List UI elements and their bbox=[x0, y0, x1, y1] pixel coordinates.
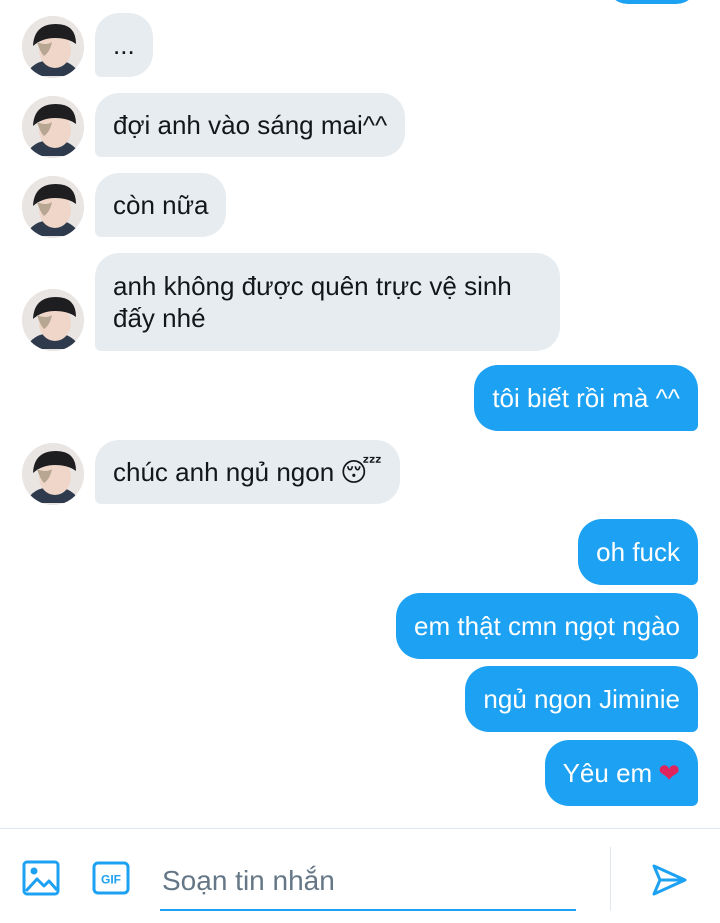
add-image-button[interactable] bbox=[22, 859, 60, 897]
avatar-photo bbox=[22, 16, 84, 78]
outgoing-message[interactable]: oh fuck bbox=[578, 519, 698, 585]
message-input[interactable] bbox=[160, 853, 576, 911]
incoming-message[interactable]: anh không được quên trực vệ sinh đấy nhé bbox=[95, 253, 560, 351]
avatar-photo bbox=[22, 289, 84, 351]
sender-avatar[interactable] bbox=[22, 176, 84, 238]
outgoing-message[interactable]: em thật cmn ngọt ngào bbox=[396, 593, 698, 659]
incoming-message[interactable]: đợi anh vào sáng mai^^ bbox=[95, 93, 406, 157]
message-text: chúc anh ngủ ngon bbox=[113, 457, 335, 487]
sender-avatar[interactable] bbox=[22, 96, 84, 158]
incoming-message[interactable]: chúc anh ngủ ngon 😴 bbox=[95, 440, 400, 504]
outgoing-message[interactable]: Yêu em ❤ bbox=[544, 740, 698, 806]
outgoing-message[interactable]: tôi biết rồi mà ^^ bbox=[474, 365, 698, 431]
previous-outgoing-bubble bbox=[606, 0, 698, 4]
avatar-photo bbox=[22, 443, 84, 505]
incoming-message[interactable]: còn nữa bbox=[95, 173, 227, 237]
sender-avatar[interactable] bbox=[22, 289, 84, 351]
sender-avatar[interactable] bbox=[22, 443, 84, 505]
add-gif-button[interactable]: GIF bbox=[92, 859, 130, 897]
image-icon bbox=[22, 860, 60, 896]
avatar-photo bbox=[22, 176, 84, 238]
message-text: Yêu em bbox=[562, 758, 653, 788]
gif-icon: GIF bbox=[92, 861, 130, 895]
gif-label: GIF bbox=[101, 873, 121, 887]
message-thread[interactable]: ... đợi anh vào sáng mai^^ còn nữa anh k… bbox=[0, 0, 720, 828]
send-button[interactable] bbox=[650, 861, 688, 899]
heart-emoji: ❤ bbox=[658, 758, 680, 788]
send-icon bbox=[652, 864, 687, 896]
incoming-message[interactable]: ... bbox=[95, 13, 153, 77]
message-composer: GIF bbox=[0, 828, 720, 923]
outgoing-message[interactable]: ngủ ngon Jiminie bbox=[465, 666, 698, 732]
dm-conversation-screen: ... đợi anh vào sáng mai^^ còn nữa anh k… bbox=[0, 0, 720, 923]
avatar-photo bbox=[22, 96, 84, 158]
sender-avatar[interactable] bbox=[22, 16, 84, 78]
composer-divider bbox=[610, 847, 611, 911]
sleeping-face-emoji: 😴 bbox=[340, 457, 382, 487]
